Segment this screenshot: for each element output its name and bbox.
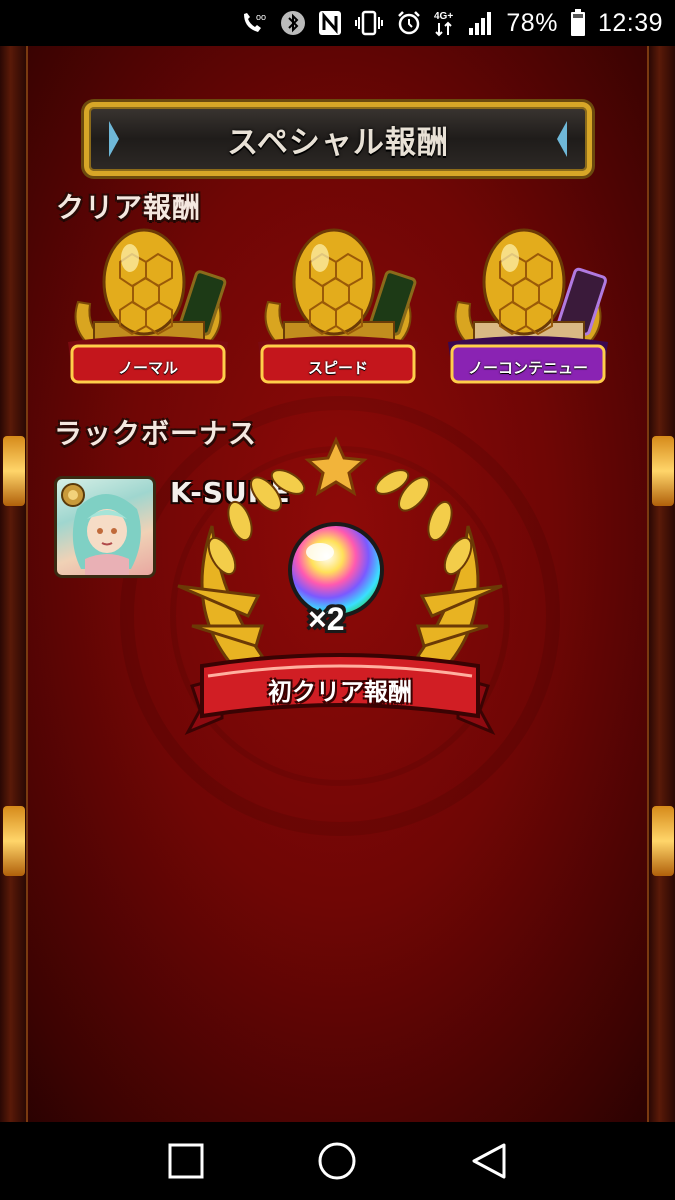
badge-label-no-continue: ノーコンテニュー bbox=[467, 358, 588, 377]
wifi-calling-icon: oo bbox=[240, 8, 268, 38]
game-screen[interactable]: スペシャル報酬 クリア報酬 ノーマル スピード ノーコンテニュー ラックボーナス… bbox=[0, 46, 675, 1122]
clear-rewards-heading: クリア報酬 bbox=[56, 191, 202, 224]
back-button[interactable] bbox=[459, 1131, 519, 1191]
first-clear-label: 初クリア報酬 bbox=[268, 677, 412, 706]
battery-percent: 78% bbox=[506, 8, 558, 37]
alarm-icon bbox=[396, 8, 422, 38]
reward-badge-normal[interactable]: ノーマル bbox=[58, 222, 238, 392]
monster-portrait-icon bbox=[61, 483, 141, 575]
svg-text:oo: oo bbox=[256, 12, 266, 22]
reward-badge-speed[interactable]: スピード bbox=[248, 222, 428, 392]
title-banner: スペシャル報酬 bbox=[84, 102, 592, 176]
reward-badge-no-continue[interactable]: ノーコンテニュー bbox=[438, 222, 618, 392]
left-frame-decoration bbox=[0, 46, 28, 1122]
circle-icon bbox=[318, 1142, 356, 1180]
nfc-icon bbox=[318, 8, 342, 38]
signal-icon bbox=[468, 8, 494, 38]
network-type-text: 4G+ bbox=[434, 11, 453, 22]
navigation-bar bbox=[0, 1122, 675, 1200]
banner-cap-left-icon bbox=[109, 121, 119, 157]
badge-label-speed: スピード bbox=[307, 358, 368, 377]
right-frame-decoration bbox=[647, 46, 675, 1122]
banner-cap-right-icon bbox=[557, 121, 567, 157]
first-clear-reward-popup[interactable]: ×2 初クリア報酬 bbox=[170, 436, 510, 766]
vibrate-icon bbox=[354, 8, 384, 38]
bluetooth-icon bbox=[280, 8, 306, 38]
clock: 12:39 bbox=[597, 8, 663, 37]
battery-icon bbox=[570, 8, 586, 38]
badge-label-normal: ノーマル bbox=[117, 358, 178, 377]
status-bar: oo 4G+ 78% 12:39 bbox=[0, 0, 675, 46]
square-icon bbox=[168, 1143, 204, 1179]
triangle-back-icon bbox=[472, 1143, 506, 1179]
reward-count: ×2 bbox=[308, 601, 345, 637]
page-title: スペシャル報酬 bbox=[227, 124, 449, 161]
home-button[interactable] bbox=[307, 1131, 367, 1191]
network-4g-icon: 4G+ bbox=[434, 8, 456, 38]
recent-apps-button[interactable] bbox=[156, 1131, 216, 1191]
player-avatar[interactable] bbox=[54, 476, 156, 578]
